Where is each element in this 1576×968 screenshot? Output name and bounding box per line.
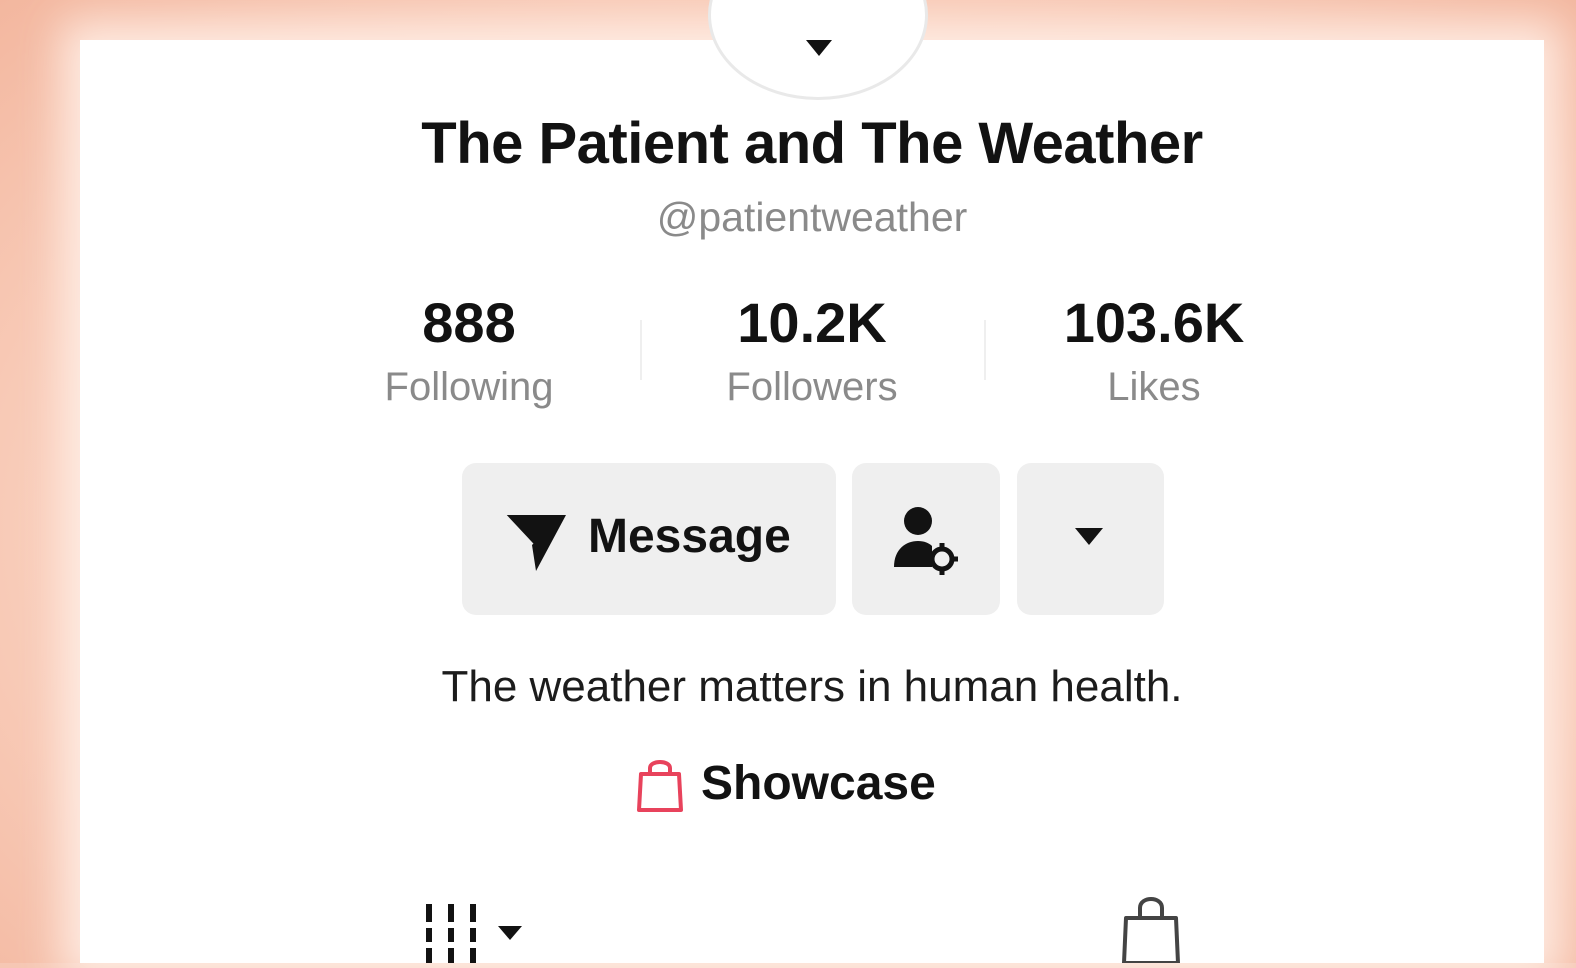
stat-likes[interactable]: 103.6K Likes xyxy=(994,288,1314,416)
username-handle: @patientweather xyxy=(656,194,968,240)
more-options-button[interactable] xyxy=(1017,463,1164,615)
stat-followers[interactable]: 10.2K Followers xyxy=(652,288,972,416)
showcase-link[interactable]: Showcase xyxy=(635,752,975,822)
shopping-bag-icon xyxy=(1122,897,1180,965)
profile-card: The Patient and The Weather @patientweat… xyxy=(80,0,1544,965)
shopping-bag-icon xyxy=(637,760,683,812)
stat-followers-label: Followers xyxy=(726,365,898,409)
stat-likes-label: Likes xyxy=(1107,365,1201,409)
tab-shop[interactable] xyxy=(1116,892,1186,965)
avatar-caret-icon xyxy=(806,40,832,56)
message-button[interactable]: Message xyxy=(462,463,836,615)
stat-following[interactable]: 888 Following xyxy=(309,288,629,416)
grid-icon xyxy=(426,904,522,963)
send-icon xyxy=(502,513,566,571)
stat-likes-value: 103.6K xyxy=(1063,291,1245,354)
showcase-label: Showcase xyxy=(701,757,936,810)
stat-following-label: Following xyxy=(384,365,554,409)
user-settings-icon xyxy=(894,507,958,575)
profile-bio: The weather matters in human health. xyxy=(441,662,1183,711)
user-settings-button[interactable] xyxy=(852,463,1000,615)
caret-down-icon xyxy=(1075,528,1103,545)
message-button-label: Message xyxy=(588,510,791,563)
display-name: The Patient and The Weather xyxy=(421,111,1203,176)
stat-divider xyxy=(984,320,986,380)
stat-divider xyxy=(640,320,642,380)
tab-videos[interactable] xyxy=(420,900,540,963)
stat-followers-value: 10.2K xyxy=(737,291,887,354)
stat-following-value: 888 xyxy=(422,291,516,354)
